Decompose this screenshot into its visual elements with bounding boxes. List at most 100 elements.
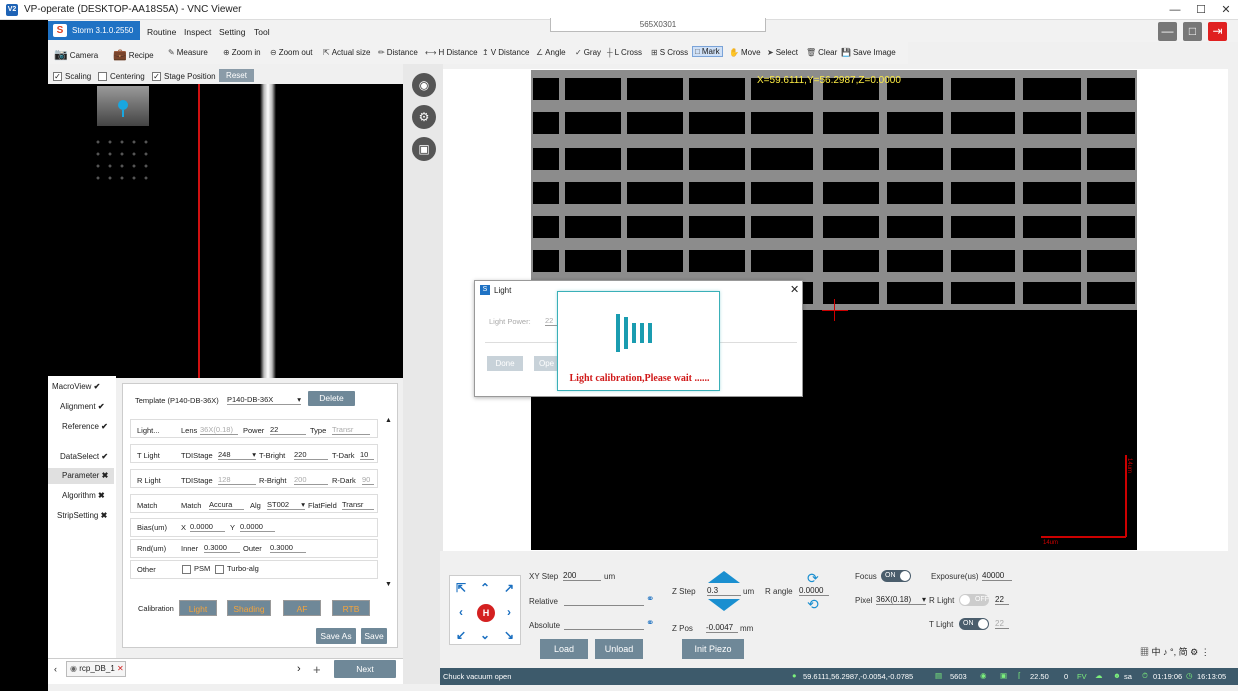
alg-select[interactable]: ST002 ▾ bbox=[267, 500, 305, 510]
absolute-go-icon[interactable]: ⚭ bbox=[646, 618, 654, 629]
move-right-icon[interactable]: › bbox=[500, 603, 518, 621]
stage-position-option[interactable]: ✓ Stage Position bbox=[152, 72, 216, 82]
tab-alignment[interactable]: Alignment ✔ bbox=[60, 402, 120, 411]
actual-size-button[interactable]: ⇱ Actual size bbox=[323, 48, 370, 57]
xy-step-input[interactable]: 200 bbox=[563, 571, 601, 581]
outer-input[interactable]: 0.3000 bbox=[270, 543, 306, 553]
r-bright-input[interactable]: 200 bbox=[294, 475, 328, 485]
app-exit-button[interactable]: ⇥ bbox=[1208, 22, 1227, 41]
cal-light-button[interactable]: Light bbox=[179, 600, 217, 616]
camera-view-icon[interactable]: ◉ bbox=[412, 73, 436, 97]
t-tdistage-select[interactable]: 248 ▾ bbox=[218, 450, 256, 460]
save-image-button[interactable]: 💾 Save Image bbox=[841, 48, 896, 57]
h-distance-button[interactable]: ⟷ H Distance bbox=[425, 48, 478, 57]
match-select[interactable]: Accura bbox=[209, 500, 244, 510]
close-icon[interactable]: ✕ bbox=[1217, 2, 1235, 18]
type-select[interactable]: Transr bbox=[332, 425, 370, 435]
t-bright-input[interactable]: 220 bbox=[294, 450, 328, 460]
centering-option[interactable]: Centering bbox=[98, 72, 145, 82]
flatfield-select[interactable]: Transr bbox=[342, 500, 374, 510]
turbo-option[interactable]: Turbo-alg bbox=[215, 564, 259, 574]
menu-tool[interactable]: Tool bbox=[254, 27, 270, 37]
done-button[interactable]: Done bbox=[487, 356, 523, 371]
psm-checkbox[interactable] bbox=[182, 564, 191, 574]
ime-status[interactable]: 中 ♪ °, 简 bbox=[1152, 647, 1188, 657]
inner-input[interactable]: 0.3000 bbox=[204, 543, 240, 553]
scroll-up-icon[interactable]: ▲ bbox=[385, 417, 392, 424]
chevron-right-icon[interactable]: › bbox=[297, 663, 301, 675]
measure-button[interactable]: ✎ Measure bbox=[168, 48, 208, 57]
camera-button[interactable]: 📷 Camera bbox=[54, 48, 98, 61]
menu-setting[interactable]: Setting bbox=[219, 27, 245, 37]
add-tab-icon[interactable]: + bbox=[313, 662, 321, 677]
scaling-checkbox[interactable]: ✓ bbox=[53, 72, 62, 82]
minimize-icon[interactable]: — bbox=[1166, 2, 1184, 18]
psm-option[interactable]: PSM bbox=[182, 564, 210, 574]
recipe-tab[interactable]: ◉ rcp_DB_1 ✕ bbox=[66, 661, 126, 677]
angle-button[interactable]: ∠ Angle bbox=[536, 48, 566, 57]
stage-position-checkbox[interactable]: ✓ bbox=[152, 72, 161, 82]
light-dialog-close-icon[interactable]: ✕ bbox=[790, 283, 799, 296]
app-minimize-button[interactable]: — bbox=[1158, 22, 1177, 41]
relative-go-icon[interactable]: ⚭ bbox=[646, 594, 654, 605]
mark-button[interactable]: □ Mark bbox=[692, 46, 723, 57]
more-icon[interactable]: ⋮ bbox=[1201, 647, 1210, 657]
cal-af-button[interactable]: AF bbox=[283, 600, 321, 616]
t-light-toggle[interactable]: ON bbox=[959, 618, 989, 630]
t-dark-input[interactable]: 10 bbox=[360, 450, 374, 460]
app-restore-button[interactable]: □ bbox=[1183, 22, 1202, 41]
menu-routine[interactable]: Routine bbox=[147, 27, 176, 37]
zoom-in-button[interactable]: ⊕ Zoom in bbox=[223, 48, 261, 57]
grid-view-icon[interactable]: ⚙ bbox=[412, 105, 436, 129]
distance-button[interactable]: ✏ Distance bbox=[378, 48, 418, 57]
tab-parameter[interactable]: Parameter ✖ bbox=[48, 468, 114, 484]
z-up-icon[interactable] bbox=[708, 571, 740, 583]
tab-macroview[interactable]: MacroView ✔ bbox=[52, 382, 112, 391]
turbo-checkbox[interactable] bbox=[215, 564, 224, 574]
next-button[interactable]: Next bbox=[334, 660, 396, 678]
open-button[interactable]: Ope bbox=[534, 356, 558, 371]
pixel-select[interactable]: 36X(0.18) ▾ bbox=[876, 595, 926, 605]
move-button[interactable]: ✋ Move bbox=[729, 48, 761, 57]
bias-x-input[interactable]: 0.0000 bbox=[190, 522, 225, 532]
lens-select[interactable]: 36X(0.18) bbox=[200, 425, 238, 435]
cal-shading-button[interactable]: Shading bbox=[227, 600, 271, 616]
power-input[interactable]: 22 bbox=[270, 425, 306, 435]
reset-button[interactable]: Reset bbox=[219, 69, 254, 82]
relative-input[interactable] bbox=[564, 596, 644, 606]
z-down-icon[interactable] bbox=[708, 599, 740, 611]
exposure-input[interactable]: 40000 bbox=[982, 571, 1012, 581]
menu-inspect[interactable]: Inspect bbox=[184, 27, 211, 37]
focus-toggle[interactable]: ON bbox=[881, 570, 911, 582]
r-tdistage-select[interactable]: 128 bbox=[218, 475, 256, 485]
maximize-icon[interactable]: ☐ bbox=[1192, 2, 1210, 18]
tab-reference[interactable]: Reference ✔ bbox=[62, 422, 122, 431]
s-cross-button[interactable]: ⊞ S Cross bbox=[651, 48, 688, 57]
move-left-icon[interactable]: ‹ bbox=[452, 603, 470, 621]
move-up-right-icon[interactable]: ↗ bbox=[500, 579, 518, 597]
move-up-left-icon[interactable]: ⇱ bbox=[452, 579, 470, 597]
r-dark-input[interactable]: 90 bbox=[362, 475, 374, 485]
chevron-left-icon[interactable]: ‹ bbox=[54, 664, 57, 674]
z-step-input[interactable]: 0.3 bbox=[707, 586, 741, 596]
l-cross-button[interactable]: ┼ L Cross bbox=[607, 48, 642, 57]
close-tab-icon[interactable]: ✕ bbox=[117, 664, 124, 673]
cal-rtb-button[interactable]: RTB bbox=[332, 600, 370, 616]
r-light-input[interactable]: 22 bbox=[995, 595, 1009, 605]
move-up-icon[interactable]: ⌃ bbox=[476, 579, 494, 597]
init-piezo-button[interactable]: Init Piezo bbox=[682, 639, 744, 659]
centering-checkbox[interactable] bbox=[98, 72, 107, 82]
recipe-button[interactable]: 💼 Recipe bbox=[113, 48, 154, 61]
home-button[interactable]: H bbox=[477, 604, 495, 622]
tab-dataselect[interactable]: DataSelect ✔ bbox=[60, 452, 120, 461]
rotate-ccw-icon[interactable]: ⟲ bbox=[807, 596, 819, 613]
move-down-right-icon[interactable]: ↘ bbox=[500, 626, 518, 644]
delete-button[interactable]: Delete bbox=[308, 391, 355, 406]
settings-gear-icon[interactable]: ⚙ bbox=[1190, 647, 1198, 657]
rotate-cw-icon[interactable]: ⟳ bbox=[807, 570, 819, 587]
gray-button[interactable]: ✓ Gray bbox=[575, 48, 601, 57]
scroll-down-icon[interactable]: ▼ bbox=[385, 581, 392, 588]
template-select[interactable]: P140-DB-36X ▾ bbox=[227, 395, 301, 405]
bias-y-input[interactable]: 0.0000 bbox=[240, 522, 275, 532]
r-light-toggle[interactable]: OFF bbox=[959, 594, 989, 606]
